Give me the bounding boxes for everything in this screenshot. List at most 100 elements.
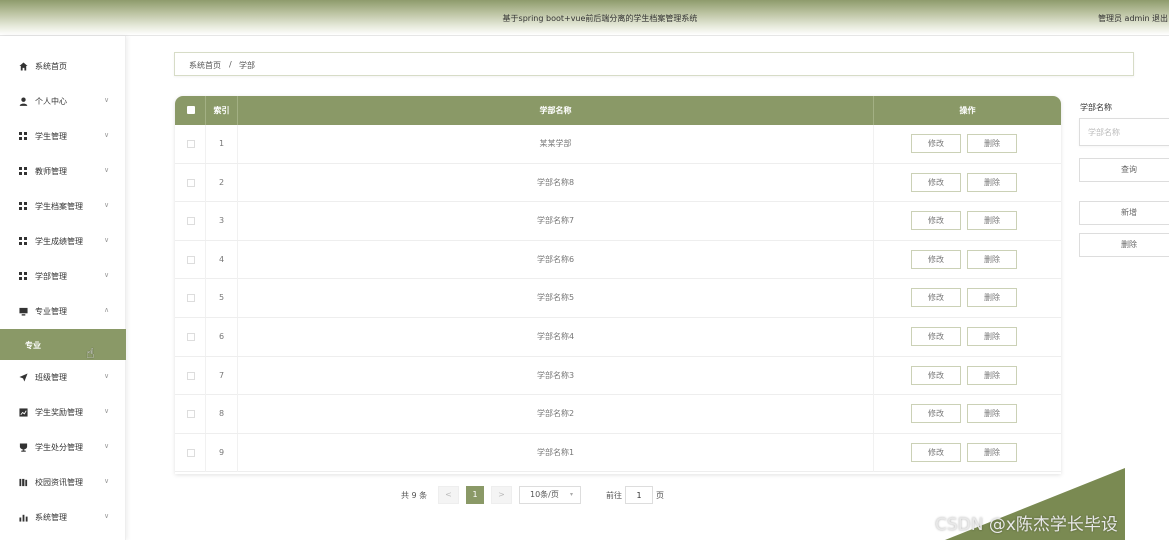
row-checkbox[interactable]	[187, 255, 195, 264]
home-icon	[18, 62, 28, 72]
row-checkbox[interactable]	[187, 410, 195, 419]
batch-delete-button[interactable]: 删除	[1079, 233, 1169, 257]
edit-button[interactable]: 修改	[911, 249, 961, 269]
table-row: 2 学部名称8 修改 删除	[175, 163, 1061, 203]
edit-button[interactable]: 修改	[911, 327, 961, 346]
row-checkbox-cell	[175, 395, 206, 434]
add-button[interactable]: 新增	[1079, 201, 1169, 225]
delete-button[interactable]: 删除	[967, 249, 1017, 269]
pagination-page-1[interactable]: 1	[466, 486, 484, 504]
row-checkbox-cell	[175, 202, 206, 241]
select-all-checkbox[interactable]	[187, 106, 195, 114]
table-row: 7 学部名称3 修改 删除	[175, 356, 1061, 396]
edit-button[interactable]: 修改	[911, 211, 961, 231]
edit-button[interactable]: 修改	[911, 365, 961, 385]
row-actions: 修改 删除	[874, 395, 1061, 433]
sidebar-item-rewards[interactable]: 学生奖励管理 ∨	[0, 398, 126, 428]
sidebar-item-system[interactable]: 系统管理 ∨	[0, 503, 126, 533]
sidebar-item-students[interactable]: 学生管理 ∨	[0, 122, 126, 152]
page-size-value: 10条/页	[530, 490, 559, 499]
row-checkbox[interactable]	[187, 217, 195, 226]
sidebar-item-label: 教师管理	[35, 167, 67, 176]
chevron-down-icon: ∨	[104, 512, 110, 520]
row-actions: 修改 删除	[874, 241, 1061, 279]
delete-button[interactable]: 删除	[967, 211, 1017, 231]
page-size-select[interactable]: 10条/页 ▾	[519, 486, 581, 504]
sidebar-subitem-major[interactable]: 专业	[0, 329, 126, 360]
row-checkbox[interactable]	[187, 294, 195, 303]
sidebar: 系统首页 个人中心 ∨ 学生管理 ∨ 教师管理 ∨ 学生档案管理 ∨ 学生成绩管…	[0, 36, 126, 540]
row-checkbox[interactable]	[187, 371, 195, 380]
user-icon	[18, 97, 28, 107]
delete-button[interactable]: 删除	[967, 404, 1017, 424]
send-icon	[18, 373, 28, 383]
row-checkbox[interactable]	[187, 178, 195, 187]
delete-button[interactable]: 删除	[967, 327, 1017, 346]
row-name: 学部名称6	[238, 240, 874, 279]
sidebar-item-label: 校园资讯管理	[35, 478, 83, 487]
row-index: 4	[206, 240, 238, 279]
grid-icon	[18, 272, 28, 282]
sidebar-item-student-records[interactable]: 学生档案管理 ∨	[0, 192, 126, 222]
query-button[interactable]: 查询	[1079, 158, 1169, 182]
edit-button[interactable]: 修改	[911, 288, 961, 308]
trophy-icon	[18, 443, 28, 453]
row-name: 学部名称2	[238, 395, 874, 434]
top-header: 基于spring boot+vue前后端分离的学生档案管理系统 管理员 admi…	[0, 0, 1169, 36]
row-checkbox[interactable]	[187, 140, 195, 148]
grid-icon	[18, 237, 28, 247]
sidebar-item-faculties[interactable]: 学部管理 ∨	[0, 262, 126, 292]
sidebar-item-home[interactable]: 系统首页	[0, 52, 126, 82]
row-checkbox-cell	[175, 125, 206, 163]
row-checkbox[interactable]	[187, 333, 195, 341]
sidebar-item-label: 学生档案管理	[35, 202, 83, 211]
chevron-down-icon: ∨	[104, 271, 110, 279]
search-label: 学部名称	[1080, 103, 1112, 112]
sidebar-item-news[interactable]: 校园资讯管理 ∨	[0, 468, 126, 498]
sidebar-item-classes[interactable]: 班级管理 ∨	[0, 363, 126, 393]
column-header-actions: 操作	[959, 106, 976, 115]
grid-icon	[18, 167, 28, 177]
row-actions: 修改 删除	[874, 125, 1061, 163]
row-checkbox-cell	[175, 279, 206, 318]
edit-button[interactable]: 修改	[911, 404, 961, 424]
sidebar-item-grades[interactable]: 学生成绩管理 ∨	[0, 227, 126, 257]
row-checkbox-cell	[175, 240, 206, 279]
sidebar-item-label: 班级管理	[35, 373, 67, 382]
edit-button[interactable]: 修改	[911, 172, 961, 192]
edit-button[interactable]: 修改	[911, 442, 961, 462]
row-name: 学部名称3	[238, 356, 874, 395]
sidebar-item-majors[interactable]: 专业管理 ∧	[0, 297, 126, 327]
row-actions: 修改 删除	[874, 164, 1061, 202]
edit-button[interactable]: 修改	[911, 134, 961, 153]
table-row: 3 学部名称7 修改 删除	[175, 202, 1061, 241]
sidebar-item-profile[interactable]: 个人中心 ∨	[0, 87, 126, 117]
pagination-goto-input[interactable]	[625, 486, 653, 504]
logout-link[interactable]: 退出	[1152, 13, 1168, 24]
delete-button[interactable]: 删除	[967, 172, 1017, 192]
chevron-down-icon: ∨	[104, 372, 110, 380]
delete-button[interactable]: 删除	[967, 288, 1017, 308]
sidebar-subitem-label: 专业	[25, 341, 41, 350]
row-checkbox[interactable]	[187, 448, 195, 457]
pagination-next-button[interactable]: >	[491, 486, 512, 504]
pagination-prev-button[interactable]: <	[438, 486, 459, 504]
monitor-icon	[18, 307, 28, 317]
sidebar-item-label: 学部管理	[35, 272, 67, 281]
chart-icon	[18, 408, 28, 418]
delete-button[interactable]: 删除	[967, 442, 1017, 462]
table-row: 8 学部名称2 修改 删除	[175, 395, 1061, 434]
sidebar-item-label: 专业管理	[35, 307, 67, 316]
sidebar-item-label: 学生处分管理	[35, 443, 83, 452]
sidebar-item-punishments[interactable]: 学生处分管理 ∨	[0, 433, 126, 463]
delete-button[interactable]: 删除	[967, 365, 1017, 385]
row-actions: 修改 删除	[874, 434, 1061, 472]
breadcrumb-current: 学部	[239, 61, 255, 70]
search-input[interactable]	[1079, 118, 1169, 146]
sidebar-item-label: 学生成绩管理	[35, 237, 83, 246]
sidebar-item-teachers[interactable]: 教师管理 ∨	[0, 157, 126, 187]
sidebar-item-label: 系统管理	[35, 513, 67, 522]
breadcrumb-home[interactable]: 系统首页	[189, 60, 221, 71]
delete-button[interactable]: 删除	[967, 134, 1017, 153]
table-row: 1 某某学部 修改 删除	[175, 125, 1061, 164]
